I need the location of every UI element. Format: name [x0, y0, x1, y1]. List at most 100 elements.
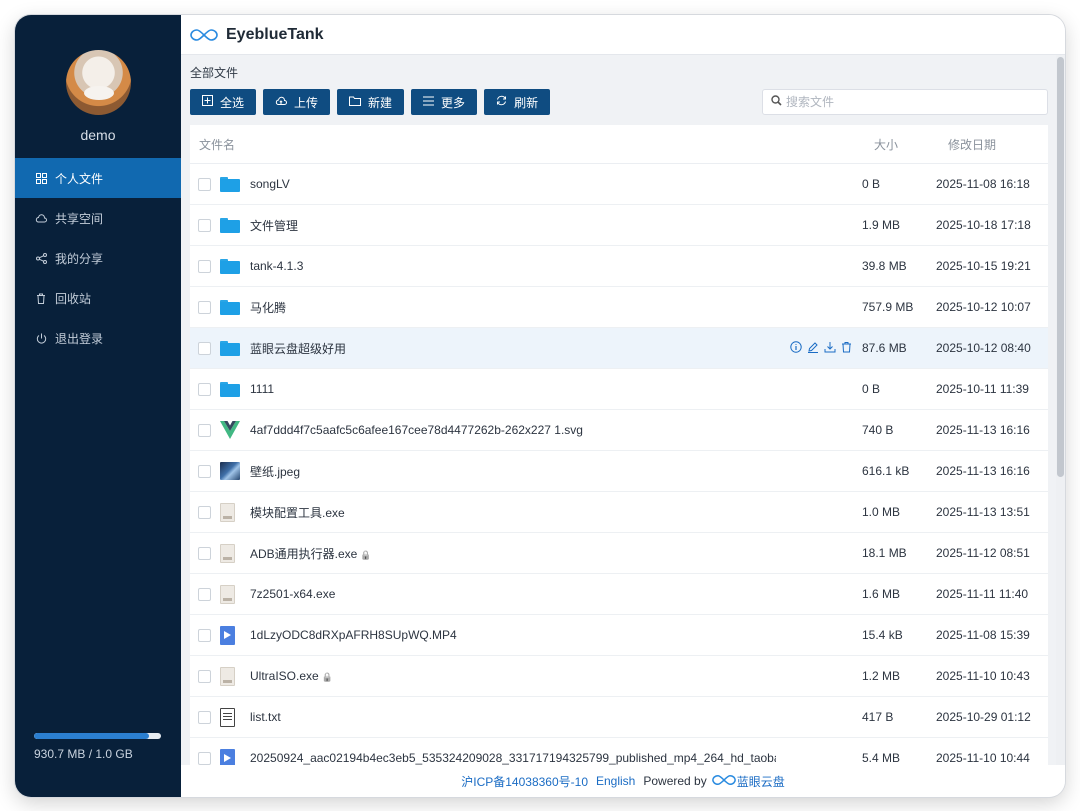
file-name[interactable]: 模块配置工具.exe — [248, 504, 776, 521]
folder-icon — [349, 96, 362, 109]
row-checkbox[interactable] — [198, 259, 211, 273]
table-row[interactable]: 1dLzyODC8dRXpAFRH8SUpWQ.MP4 15.4 kB 2025-1… — [190, 615, 1048, 656]
file-size: 5.4 MB — [862, 751, 901, 765]
table-row[interactable]: 壁纸.jpeg 616.1 kB 2025-11-13 16:16 — [190, 451, 1048, 492]
refresh-label: 刷新 — [514, 95, 539, 110]
sidebar-item-logout[interactable]: 退出登录 — [15, 318, 181, 358]
row-checkbox[interactable] — [198, 382, 211, 396]
file-name-text: 1dLzyODC8dRXpAFRH8SUpWQ.MP4 — [250, 628, 457, 642]
table-header: 文件名 大小 修改日期 — [190, 125, 1048, 164]
sidebar-item-recycle-bin[interactable]: 回收站 — [15, 278, 181, 318]
row-checkbox[interactable] — [198, 505, 211, 519]
sidebar-item-shared-space[interactable]: 共享空间 — [15, 198, 181, 238]
file-date: 2025-10-12 10:07 — [936, 300, 1031, 314]
row-checkbox[interactable] — [198, 464, 211, 478]
file-icon-cell — [220, 502, 248, 522]
row-checkbox-cell — [190, 505, 220, 519]
table-row[interactable]: 7z2501-x64.exe 1.6 MB 2025-11-11 11:40 — [190, 574, 1048, 615]
file-icon-cell — [220, 258, 248, 274]
row-checkbox[interactable] — [198, 300, 211, 314]
table-row[interactable]: songLV 0 B 2025-11-08 16:18 — [190, 164, 1048, 205]
row-checkbox-cell — [190, 423, 220, 437]
upload-button[interactable]: 上传 — [263, 89, 331, 115]
table-row[interactable]: 蓝眼云盘超级好用 87.6 MB 2025-10-12 08:40 — [190, 328, 1048, 369]
search-input[interactable] — [786, 95, 1026, 109]
product-link[interactable]: 蓝眼云盘 — [737, 773, 785, 790]
refresh-button[interactable]: 刷新 — [484, 89, 551, 115]
table-row[interactable]: 文件管理 1.9 MB 2025-10-18 17:18 — [190, 205, 1048, 246]
file-name[interactable]: 蓝眼云盘超级好用 — [248, 340, 776, 357]
footer-logo-icon — [711, 774, 736, 789]
folder-icon — [220, 176, 240, 192]
file-name[interactable]: UltraISO.exe 🔒 — [248, 669, 776, 683]
scrollbar[interactable] — [1056, 55, 1065, 797]
row-checkbox[interactable] — [198, 423, 211, 437]
table-row[interactable]: 20250924_aac02194b4ec3eb5_535324209028_3… — [190, 738, 1048, 766]
row-checkbox[interactable] — [198, 587, 211, 601]
row-checkbox[interactable] — [198, 669, 211, 683]
sidebar-item-my-shares[interactable]: 我的分享 — [15, 238, 181, 278]
column-header-date[interactable]: 修改日期 — [936, 136, 1048, 153]
plus-square-icon — [202, 95, 213, 109]
file-date: 2025-10-18 17:18 — [936, 218, 1031, 232]
file-size: 616.1 kB — [862, 464, 910, 478]
table-row[interactable]: 马化腾 757.9 MB 2025-10-12 10:07 — [190, 287, 1048, 328]
file-name[interactable]: 1111 — [248, 382, 776, 396]
download-icon[interactable] — [824, 341, 836, 356]
file-name[interactable]: songLV — [248, 177, 776, 191]
sidebar-item-label: 我的分享 — [55, 251, 104, 266]
file-name[interactable]: 1dLzyODC8dRXpAFRH8SUpWQ.MP4 — [248, 628, 776, 642]
new-button[interactable]: 新建 — [337, 89, 405, 115]
file-name-text: UltraISO.exe — [250, 669, 319, 683]
row-checkbox-cell — [190, 464, 220, 478]
footer: 沪ICP备14038360号-10 English Powered by 蓝眼云… — [181, 765, 1065, 797]
scrollbar-thumb[interactable] — [1057, 57, 1064, 477]
column-header-name[interactable]: 文件名 — [190, 136, 856, 153]
username: demo — [80, 127, 116, 143]
select-all-label: 全选 — [220, 95, 245, 110]
file-date: 2025-11-12 08:51 — [936, 546, 1030, 560]
powered-by-text: Powered by — [643, 774, 707, 788]
file-name[interactable]: tank-4.1.3 — [248, 259, 776, 273]
row-checkbox[interactable] — [198, 628, 211, 642]
table-row[interactable]: 4af7ddd4f7c5aafc5c6afee167cee78d4477262b… — [190, 410, 1048, 451]
file-name[interactable]: 壁纸.jpeg — [248, 463, 776, 480]
row-checkbox[interactable] — [198, 546, 211, 560]
icp-link[interactable]: 沪ICP备14038360号-10 — [461, 773, 588, 790]
row-checkbox-cell — [190, 341, 220, 355]
file-name[interactable]: list.txt — [248, 710, 776, 724]
avatar[interactable] — [66, 50, 131, 115]
table-row[interactable]: tank-4.1.3 39.8 MB 2025-10-15 19:21 — [190, 246, 1048, 287]
file-size: 740 B — [862, 423, 894, 437]
column-header-size[interactable]: 大小 — [856, 136, 936, 153]
info-icon[interactable] — [790, 340, 802, 356]
row-checkbox[interactable] — [198, 341, 211, 355]
file-name[interactable]: 4af7ddd4f7c5aafc5c6afee167cee78d4477262b… — [248, 423, 776, 437]
table-row[interactable]: 1111 0 B 2025-10-11 11:39 — [190, 369, 1048, 410]
file-date: 2025-11-10 10:43 — [936, 669, 1030, 683]
table-row[interactable]: UltraISO.exe 🔒 1.2 MB 2025-11-10 10:43 — [190, 656, 1048, 697]
table-row[interactable]: 模块配置工具.exe 1.0 MB 2025-11-13 13:51 — [190, 492, 1048, 533]
row-checkbox[interactable] — [198, 218, 211, 232]
breadcrumb[interactable]: 全部文件 — [190, 64, 238, 81]
language-link[interactable]: English — [596, 774, 635, 788]
sidebar-item-personal-files[interactable]: 个人文件 — [15, 158, 181, 198]
row-checkbox[interactable] — [198, 710, 211, 724]
file-name[interactable]: ADB通用执行器.exe 🔒 — [248, 545, 776, 562]
file-size: 417 B — [862, 710, 894, 724]
select-all-button[interactable]: 全选 — [190, 89, 257, 115]
file-size: 87.6 MB — [862, 341, 907, 355]
row-checkbox[interactable] — [198, 751, 211, 765]
file-icon — [220, 666, 235, 686]
edit-icon[interactable] — [807, 341, 819, 356]
table-row[interactable]: ADB通用执行器.exe 🔒 18.1 MB 2025-11-12 08:51 — [190, 533, 1048, 574]
file-size: 0 B — [862, 177, 881, 191]
file-name[interactable]: 文件管理 — [248, 217, 776, 234]
table-row[interactable]: list.txt 417 B 2025-10-29 01:12 — [190, 697, 1048, 738]
row-checkbox[interactable] — [198, 177, 211, 191]
more-button[interactable]: 更多 — [411, 89, 478, 115]
delete-icon[interactable] — [841, 341, 852, 356]
file-name[interactable]: 马化腾 — [248, 299, 776, 316]
file-name[interactable]: 20250924_aac02194b4ec3eb5_535324209028_3… — [248, 751, 776, 765]
file-name[interactable]: 7z2501-x64.exe — [248, 587, 776, 601]
